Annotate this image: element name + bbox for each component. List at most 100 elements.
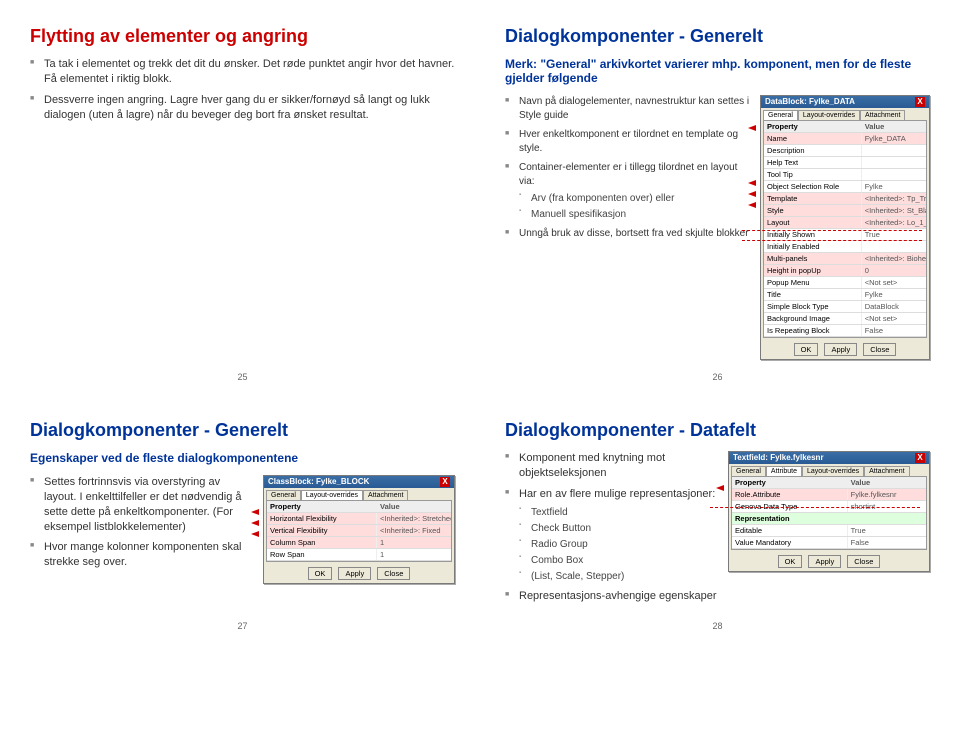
page-number: 28 — [712, 621, 722, 631]
tab-general[interactable]: General — [266, 490, 301, 500]
property-value[interactable]: 1 — [377, 549, 451, 560]
apply-button[interactable]: Apply — [808, 555, 841, 568]
property-row[interactable]: Role.AttributeFylke.fylkesnr — [732, 489, 926, 501]
property-row[interactable]: Help Text — [764, 157, 926, 169]
property-row[interactable]: Simple Block TypeDataBlock — [764, 301, 926, 313]
tab-general[interactable]: General — [763, 110, 798, 120]
close-button[interactable]: Close — [847, 555, 880, 568]
property-row[interactable]: Style<Inherited>: St_Black_On_Trans_Fram… — [764, 205, 926, 217]
tab-layout-overrides[interactable]: Layout-overrides — [798, 110, 860, 120]
property-value[interactable]: <Inherited>: Fixed — [377, 525, 451, 536]
close-icon[interactable]: X — [915, 97, 925, 107]
property-name: Help Text — [764, 157, 862, 168]
property-value[interactable]: <Not set> — [862, 313, 926, 324]
slide-body: Settes fortrinnsvis via overstyring av l… — [30, 475, 253, 570]
property-value[interactable] — [862, 145, 926, 156]
apply-button[interactable]: Apply — [338, 567, 371, 580]
property-value[interactable] — [862, 157, 926, 168]
dialog-tabs: General Layout-overrides Attachment — [761, 108, 929, 120]
arrow-icon — [748, 125, 756, 131]
property-value[interactable]: 1 — [377, 537, 451, 548]
property-value[interactable]: <Inherited>: Biohead — [862, 253, 926, 264]
property-name: Description — [764, 145, 862, 156]
close-button[interactable]: Close — [377, 567, 410, 580]
property-name: Template — [764, 193, 862, 204]
property-value[interactable] — [862, 169, 926, 180]
slide-subtitle: Merk: "General" arkivkortet varierer mhp… — [505, 57, 930, 85]
page-number: 27 — [237, 621, 247, 631]
property-value[interactable]: <Not set> — [862, 277, 926, 288]
tab-attachment[interactable]: Attachment — [860, 110, 905, 120]
property-row[interactable]: TitleFylke — [764, 289, 926, 301]
ok-button[interactable]: OK — [794, 343, 819, 356]
bullet: Navn på dialogelementer, navnestruktur k… — [505, 95, 750, 122]
property-row[interactable]: EditableTrue — [732, 525, 926, 537]
property-value[interactable]: <Inherited>: Tp_Tree2000 — [862, 193, 926, 204]
tab-general[interactable]: General — [731, 466, 766, 476]
property-row[interactable]: NameFylke_DATA — [764, 133, 926, 145]
property-value[interactable]: Fylke — [862, 181, 926, 192]
arrow-icon — [716, 485, 724, 491]
ok-button[interactable]: OK — [308, 567, 333, 580]
property-value[interactable]: <Inherited>: St_Black_On_Trans_Frame — [862, 205, 926, 216]
property-value[interactable]: <Inherited>: Lo_1_Labels_R86 — [862, 217, 926, 228]
property-row[interactable]: Object Selection RoleFylke — [764, 181, 926, 193]
dialog-title: Textfield: Fylke.fylkesnr — [733, 453, 824, 463]
dialog-tabs: General Layout-overrides Attachment — [264, 488, 454, 500]
property-grid: Property Value Role.AttributeFylke.fylke… — [731, 476, 927, 550]
property-name: Background Image — [764, 313, 862, 324]
property-row[interactable]: Vertical Flexibility<Inherited>: Fixed — [267, 525, 451, 537]
property-value[interactable]: Fylke_DATA — [862, 133, 926, 144]
arrow-icon — [251, 509, 259, 515]
property-name: Row Span — [267, 549, 377, 560]
property-row[interactable]: Template<Inherited>: Tp_Tree2000 — [764, 193, 926, 205]
sub-bullet: Manuell spesifikasjon — [519, 208, 750, 221]
sub-bullet: Combo Box — [519, 554, 718, 567]
property-name: Value Mandatory — [732, 537, 848, 548]
property-row[interactable]: Horizontal Flexibility<Inherited>: Stret… — [267, 513, 451, 525]
property-value[interactable]: Fylke — [862, 289, 926, 300]
close-button[interactable]: Close — [863, 343, 896, 356]
property-row[interactable]: Value MandatoryFalse — [732, 537, 926, 549]
property-name: Tool Tip — [764, 169, 862, 180]
property-row[interactable]: Height in popUp0 — [764, 265, 926, 277]
property-name: Is Repeating Block — [764, 325, 862, 336]
apply-button[interactable]: Apply — [824, 343, 857, 356]
property-value[interactable]: 0 — [862, 265, 926, 276]
property-value[interactable] — [862, 241, 926, 252]
property-row[interactable]: Multi-panels<Inherited>: Biohead — [764, 253, 926, 265]
property-row[interactable]: Popup Menu<Not set> — [764, 277, 926, 289]
dialog-buttons: OK Apply Close — [729, 552, 929, 571]
property-row[interactable]: Is Repeating BlockFalse — [764, 325, 926, 337]
tab-attribute[interactable]: Attribute — [766, 466, 802, 476]
tab-attachment[interactable]: Attachment — [363, 490, 408, 500]
property-value[interactable]: Fylke.fylkesnr — [848, 489, 926, 500]
property-row[interactable]: Initially Enabled — [764, 241, 926, 253]
slide-26: Dialogkomponenter - Generelt Merk: "Gene… — [495, 20, 940, 384]
property-row[interactable]: Row Span1 — [267, 549, 451, 561]
property-value[interactable]: False — [862, 325, 926, 336]
tab-layout-overrides[interactable]: Layout-overrides — [301, 490, 363, 500]
property-value[interactable]: <Inherited>: Stretched — [377, 513, 451, 524]
property-row[interactable]: Column Span1 — [267, 537, 451, 549]
bullet-text: Har en av flere mulige representasjoner: — [519, 488, 715, 500]
property-name: Initially Enabled — [764, 241, 862, 252]
dialog-title: DataBlock: Fylke_DATA — [765, 97, 855, 107]
tab-attachment[interactable]: Attachment — [864, 466, 909, 476]
property-name: Editable — [732, 525, 848, 536]
property-row[interactable]: Description — [764, 145, 926, 157]
property-row[interactable]: Layout<Inherited>: Lo_1_Labels_R86 — [764, 217, 926, 229]
property-name: Multi-panels — [764, 253, 862, 264]
property-row[interactable]: Tool Tip — [764, 169, 926, 181]
property-row[interactable]: Background Image<Not set> — [764, 313, 926, 325]
property-value[interactable]: False — [848, 537, 926, 548]
sub-bullet: (List, Scale, Stepper) — [519, 570, 718, 583]
tab-layout-overrides[interactable]: Layout-overrides — [802, 466, 864, 476]
bullet: Settes fortrinnsvis via overstyring av l… — [30, 475, 253, 534]
arrow-icon — [748, 202, 756, 208]
close-icon[interactable]: X — [440, 477, 450, 487]
property-value[interactable]: True — [848, 525, 926, 536]
ok-button[interactable]: OK — [778, 555, 803, 568]
property-value[interactable]: DataBlock — [862, 301, 926, 312]
close-icon[interactable]: X — [915, 453, 925, 463]
